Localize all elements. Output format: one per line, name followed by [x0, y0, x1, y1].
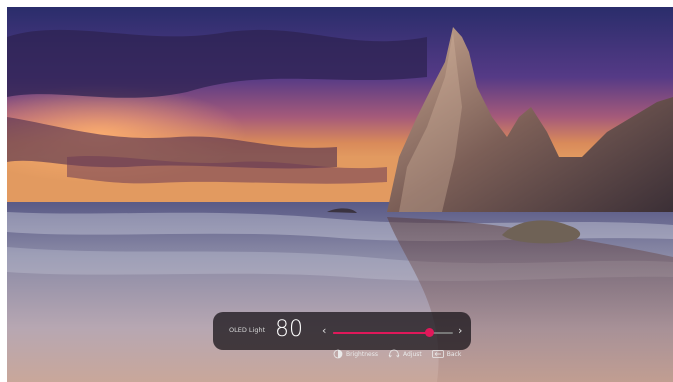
- slider-thumb[interactable]: [424, 328, 434, 337]
- hint-back: Back: [431, 350, 462, 358]
- hint-adjust-label: Adjust: [402, 350, 422, 358]
- brightness-icon: [333, 349, 343, 359]
- back-icon: [431, 350, 444, 358]
- adjust-icon: [388, 349, 400, 358]
- oled-light-osd: OLED Light 80 ‹ ›: [213, 312, 471, 350]
- tv-screen: OLED Light 80 ‹ ›: [7, 7, 673, 382]
- increase-arrow-icon[interactable]: ›: [458, 324, 462, 337]
- remote-hints: Brightness Adjust Back: [333, 348, 471, 360]
- hint-back-label: Back: [446, 350, 462, 358]
- oled-light-label: OLED Light: [229, 326, 266, 334]
- hint-brightness: Brightness: [333, 349, 378, 359]
- hint-adjust: Adjust: [388, 349, 422, 359]
- hint-brightness-label: Brightness: [346, 350, 378, 358]
- decrease-arrow-icon[interactable]: ‹: [322, 324, 326, 337]
- slider-fill: [333, 332, 429, 334]
- oled-light-value: 80: [275, 317, 303, 342]
- oled-light-slider[interactable]: [333, 328, 453, 337]
